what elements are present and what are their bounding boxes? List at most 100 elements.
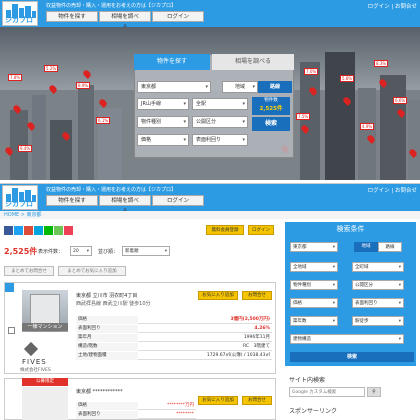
sidebar-type-select[interactable]: 物件種別 bbox=[290, 280, 338, 290]
site-search-title: サイト内検索 bbox=[289, 377, 326, 384]
pin-label[interactable]: 9.4% bbox=[18, 145, 33, 152]
pref-select[interactable]: 東京都 bbox=[137, 81, 211, 93]
property-address-2[interactable]: 東京都 ************ bbox=[76, 388, 123, 395]
logo-text: ジカプロ bbox=[5, 200, 33, 208]
main-nav: 物件を探す 相場を調べる ログイン bbox=[46, 11, 204, 31]
logo-text: ジカプロ bbox=[5, 16, 33, 24]
company-name: 株式会社FIVES bbox=[20, 368, 51, 373]
pin-label[interactable]: 8.3% bbox=[374, 60, 389, 67]
new-badge-icon bbox=[5, 283, 14, 292]
property-access: 西武拝島線 西武立川駅 徒歩10分 bbox=[76, 301, 151, 307]
results-header: ジカプロ 収益物件の売却・購入・運用をお考えの方は【ジカプロ】 物件を探す 相場… bbox=[0, 184, 420, 215]
site-logo-2[interactable]: ジカプロ bbox=[2, 185, 38, 210]
sidebar-search-button[interactable]: 検索 bbox=[290, 352, 414, 362]
header-links[interactable]: ログイン | お問合せ bbox=[368, 2, 417, 10]
facebook-icon[interactable] bbox=[4, 226, 13, 235]
price-select[interactable]: 価格 bbox=[137, 134, 189, 146]
breadcrumb[interactable]: HOME > 東京都 bbox=[4, 211, 42, 218]
line-select[interactable]: JR山手線 bbox=[137, 98, 189, 110]
inquiry-button-2[interactable]: お問合せ bbox=[242, 396, 272, 405]
pin-label[interactable]: 6.1% bbox=[96, 117, 111, 124]
breadcrumb-bar bbox=[0, 211, 420, 219]
google-plus-icon[interactable] bbox=[24, 226, 33, 235]
pin-label[interactable]: 7.0% bbox=[304, 68, 319, 75]
hero-search-button[interactable]: 検索 bbox=[252, 117, 290, 131]
result-count: 2,525件 bbox=[4, 247, 38, 256]
nav-market[interactable]: 相場を調べる bbox=[99, 195, 151, 215]
spec-row-structure: 構造/階数 RC 3階建て bbox=[76, 343, 272, 351]
yield-select[interactable]: 表面利回り bbox=[192, 134, 248, 146]
pocket-icon[interactable] bbox=[64, 226, 73, 235]
nav-login[interactable]: ログイン bbox=[152, 195, 204, 206]
inquiry-button[interactable]: お問合せ bbox=[242, 291, 272, 300]
sidebar-walk-select[interactable]: 駅徒歩 bbox=[352, 316, 404, 326]
company-logo-text: FIVES bbox=[22, 358, 47, 366]
sidebar-tax-select[interactable]: 公開区分 bbox=[352, 280, 404, 290]
sidebar-pref-select[interactable]: 東京都 bbox=[290, 242, 338, 252]
twitter-icon[interactable] bbox=[14, 226, 23, 235]
per-page-select[interactable]: 20 bbox=[70, 246, 92, 256]
bulk-favorite-button[interactable]: まとめてお気に入り追加 bbox=[58, 266, 126, 276]
spec-row-area: 土地/建物面積 1729.67㎡(公簿) / 1038.43㎡ bbox=[76, 352, 272, 360]
pin-label[interactable]: 5.8% bbox=[340, 75, 355, 82]
nav-login[interactable]: ログイン bbox=[152, 11, 204, 22]
sidebar-age-select[interactable]: 築年数 bbox=[290, 316, 338, 326]
register-button[interactable]: 無料会員登録 bbox=[206, 225, 244, 235]
pin-label[interactable]: 4.9% bbox=[360, 123, 375, 130]
site-tagline: 収益物件の売却・購入・運用をお考えの方は【ジカプロ】 bbox=[46, 187, 177, 193]
tab-market-research[interactable]: 相場を調べる bbox=[212, 54, 294, 70]
sort-select[interactable]: 新着順 bbox=[122, 246, 170, 256]
pin-label[interactable]: 7.5% bbox=[296, 113, 311, 120]
sidebar-title: 検索条件 bbox=[336, 225, 365, 233]
property-type-badge: 一棟マンション bbox=[22, 323, 68, 331]
nav-search[interactable]: 物件を探す bbox=[46, 11, 98, 22]
sponsor-title: スポンサーリンク bbox=[289, 408, 338, 415]
sidebar-structure-select[interactable]: 建物構造 bbox=[290, 334, 404, 344]
spec-row-yield: 表面利回り 4.26% bbox=[76, 325, 272, 333]
sidebar-route-tab[interactable]: 路線 bbox=[378, 242, 402, 252]
type-select[interactable]: 物件種別 bbox=[137, 116, 189, 128]
top-header: ジカプロ 収益物件の売却・購入・運用をお考えの方は【ジカプロ】 物件を探す 相場… bbox=[0, 0, 420, 31]
spec-row-price: 価格 3億円(2,500万円) bbox=[76, 316, 272, 324]
sidebar-price-select[interactable]: 価格 bbox=[290, 298, 338, 308]
route-tab[interactable]: 路線 bbox=[258, 81, 292, 93]
spec-row-yield-2: 表面利回り ******** bbox=[76, 411, 196, 419]
pin-label[interactable]: 8.9% bbox=[76, 82, 91, 89]
sidebar-area-tab[interactable]: 地域 bbox=[354, 242, 378, 252]
spec-row-built: 築年月 1996年11月 bbox=[76, 334, 272, 342]
hatena-icon[interactable] bbox=[34, 226, 43, 235]
main-nav: 物件を探す 相場を調べる ログイン bbox=[46, 195, 204, 215]
pin-label[interactable]: 6.6% bbox=[393, 97, 408, 104]
line-icon[interactable] bbox=[44, 226, 53, 235]
limited-badge: 公募限定 bbox=[22, 378, 68, 386]
spec-row-price-2: 価格 ********万円 bbox=[76, 402, 196, 410]
login-button[interactable]: ログイン bbox=[248, 225, 274, 235]
nav-search[interactable]: 物件を探す bbox=[46, 195, 98, 206]
property-address[interactable]: 東京都 立川市 羽衣町4丁目 bbox=[76, 292, 137, 299]
count-value: 2,525件 bbox=[259, 106, 283, 112]
bulk-inquiry-button[interactable]: まとめてお問合せ bbox=[4, 266, 54, 276]
area-tab[interactable]: 地域 bbox=[222, 81, 258, 93]
property-photo-2[interactable] bbox=[22, 387, 68, 420]
count-label: 物件数 bbox=[264, 98, 278, 103]
site-search-input[interactable] bbox=[289, 387, 365, 397]
site-search-icon[interactable]: ⚲ bbox=[367, 387, 381, 397]
site-logo[interactable]: ジカプロ bbox=[2, 1, 38, 26]
header-links[interactable]: ログイン | お問合せ bbox=[368, 186, 417, 194]
tax-select[interactable]: 公開区分 bbox=[192, 116, 248, 128]
nav-market[interactable]: 相場を調べる bbox=[99, 11, 151, 31]
favorite-button[interactable]: お気に入り追加 bbox=[198, 291, 238, 300]
sidebar-yield-select[interactable]: 表面利回り bbox=[352, 298, 404, 308]
feedly-icon[interactable] bbox=[54, 226, 63, 235]
pin-label[interactable]: 5.2% bbox=[44, 65, 59, 72]
station-select[interactable]: 全駅 bbox=[192, 98, 248, 110]
sidebar-town-select[interactable]: 全町域 bbox=[352, 262, 404, 272]
sidebar-city-select[interactable]: 全地域 bbox=[290, 262, 338, 272]
site-tagline: 収益物件の売却・購入・運用をお考えの方は【ジカプロ】 bbox=[46, 3, 177, 9]
pin-label[interactable]: 7.8% bbox=[8, 74, 23, 81]
tab-property-search[interactable]: 物件を探す bbox=[134, 54, 210, 70]
favorite-button-2[interactable]: お気に入り追加 bbox=[198, 396, 238, 405]
sort-label: 並び順： bbox=[98, 249, 119, 255]
property-count-box: 物件数 2,525件 bbox=[252, 97, 290, 115]
select-checkbox[interactable] bbox=[8, 327, 15, 334]
